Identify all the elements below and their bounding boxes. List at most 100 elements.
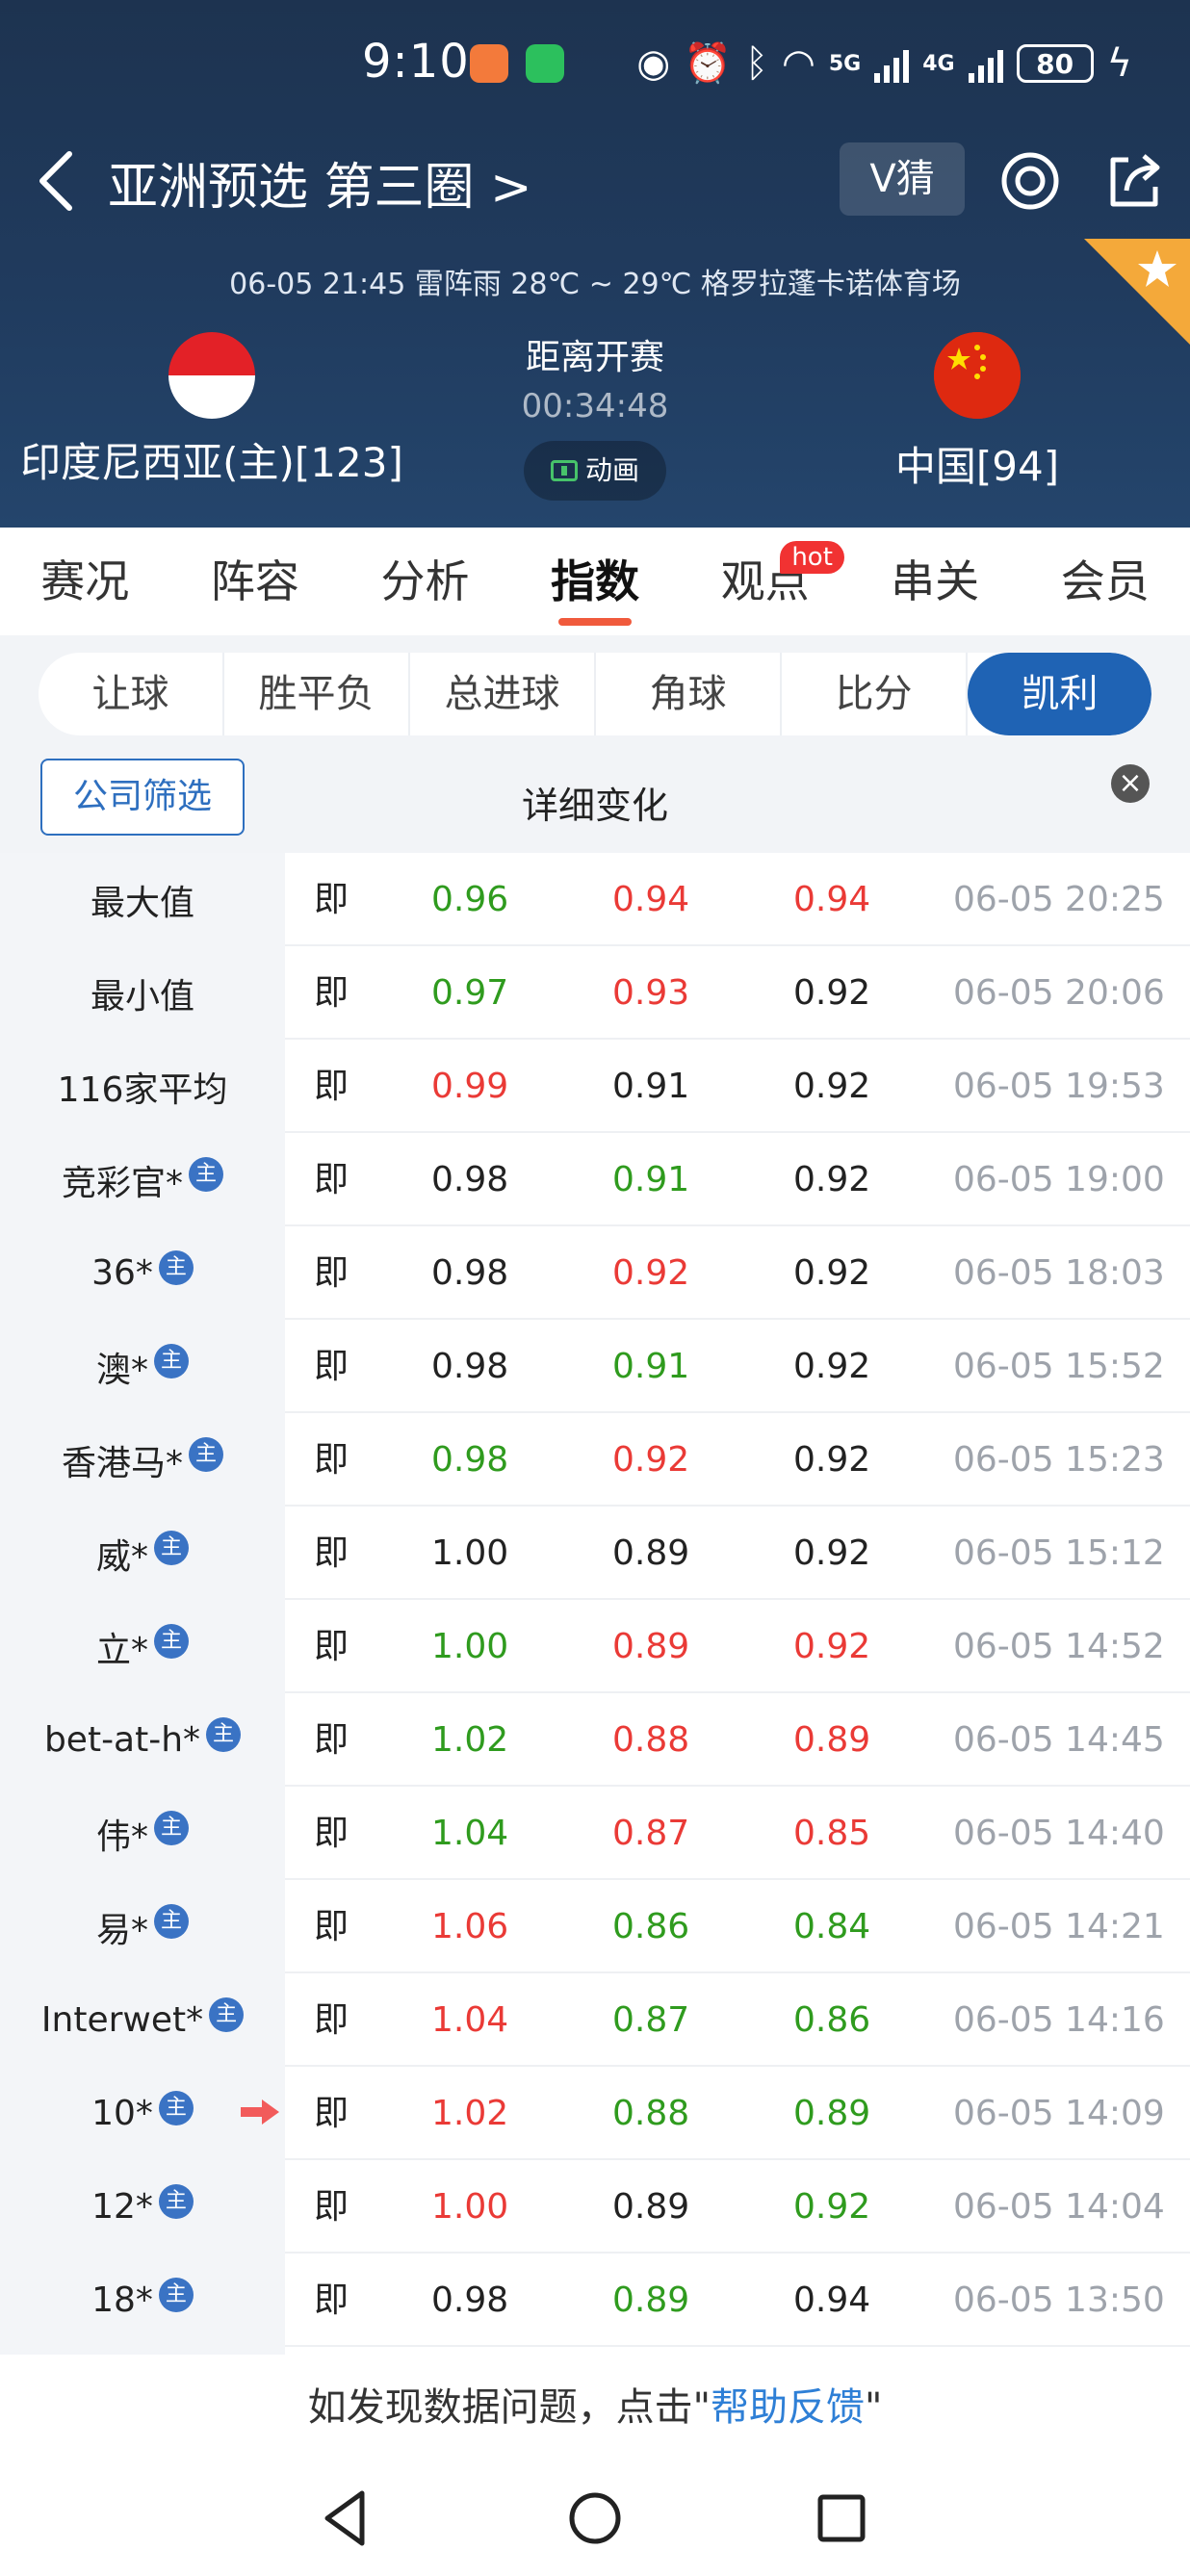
filter-row: 详细变化 公司筛选 × <box>0 751 1190 853</box>
main-company-badge: 主 <box>158 1249 194 1285</box>
draw-kelly-value: 0.89 <box>612 1533 690 1573</box>
company-cell[interactable]: 澳* 主 <box>0 1320 285 1413</box>
status-bar: 9:10 ◉ ⏰ ᛒ ◠ 5G 4G 80 ϟ <box>0 29 1190 102</box>
tab-lineup[interactable]: 阵容 <box>170 528 341 635</box>
table-row: 即 1.00 0.89 0.92 06-05 14:52 <box>285 1600 1190 1693</box>
tab-member[interactable]: 会员 <box>1020 528 1190 635</box>
update-time: 06-05 14:45 <box>953 1720 1165 1760</box>
company-name: 最小值 <box>90 976 194 1017</box>
company-cell[interactable]: 36* 主 <box>0 1226 285 1320</box>
signal-icon <box>874 44 910 83</box>
eye-icon: ◉ <box>636 41 671 86</box>
main-company-badge: 主 <box>158 2090 194 2125</box>
company-cell[interactable]: 10* 主 <box>0 2067 285 2160</box>
home-kelly-value: 0.97 <box>431 973 509 1013</box>
home-kelly-value: 1.00 <box>431 1627 509 1666</box>
status-cell: 即 <box>314 973 349 1013</box>
home-kelly-value: 1.06 <box>431 1907 509 1946</box>
subtab-total-goals[interactable]: 总进球 <box>410 653 596 735</box>
main-company-badge: 主 <box>154 1530 189 1565</box>
subtab-corners[interactable]: 角球 <box>596 653 782 735</box>
company-name: 12* <box>91 2187 153 2227</box>
draw-kelly-value: 0.91 <box>612 1160 690 1199</box>
subtab-kelly[interactable]: 凯利 <box>968 653 1151 735</box>
match-header: 9:10 ◉ ⏰ ᛒ ◠ 5G 4G 80 ϟ 亚洲预选 第三圈 > V猜 06… <box>0 0 1190 528</box>
company-cell[interactable]: 立* 主 <box>0 1600 285 1693</box>
home-kelly-value: 1.00 <box>431 2187 509 2227</box>
table-row: 即 1.00 0.89 0.92 06-05 15:12 <box>285 1507 1190 1600</box>
odds-subtabs-area: 让球 胜平负 总进球 角球 比分 凯利 <box>0 635 1190 751</box>
vguess-button[interactable]: V猜 <box>840 142 965 216</box>
company-cell[interactable]: bet-at-h* 主 <box>0 1693 285 1787</box>
company-cell[interactable]: 116家平均 <box>0 1040 285 1133</box>
company-cell[interactable]: 香港马* 主 <box>0 1413 285 1507</box>
company-cell[interactable]: 易* 主 <box>0 1880 285 1973</box>
update-time: 06-05 14:09 <box>953 2094 1165 2133</box>
tab-live[interactable]: 赛况 <box>0 528 170 635</box>
share-icon[interactable] <box>1099 146 1169 216</box>
company-cell[interactable]: Interwet* 主 <box>0 1973 285 2067</box>
feedback-bar: 如发现数据问题，点击"帮助反馈" <box>0 2355 1190 2460</box>
subtab-handicap[interactable]: 让球 <box>39 653 224 735</box>
status-cell: 即 <box>314 1907 349 1946</box>
company-cell[interactable]: 12* 主 <box>0 2160 285 2254</box>
subtab-1x2[interactable]: 胜平负 <box>224 653 410 735</box>
target-icon[interactable] <box>996 146 1065 216</box>
tab-parlay[interactable]: 串关 <box>850 528 1021 635</box>
feedback-text: 如发现数据问题，点击" <box>307 2385 711 2430</box>
league-title[interactable]: 亚洲预选 第三圈 > <box>108 146 532 219</box>
table-row: 即 0.96 0.94 0.94 06-05 20:25 <box>285 853 1190 946</box>
network-5g: 5G <box>828 51 862 76</box>
tab-opinions[interactable]: 观点 hot <box>680 528 850 635</box>
favorite-star-icon[interactable] <box>1084 239 1190 345</box>
nav-home-icon[interactable] <box>558 2482 632 2555</box>
draw-kelly-value: 0.92 <box>612 1440 690 1480</box>
away-kelly-value: 0.92 <box>793 1160 871 1199</box>
table-row: 即 1.02 0.88 0.89 06-05 14:45 <box>285 1693 1190 1787</box>
subtab-score[interactable]: 比分 <box>782 653 968 735</box>
tab-analysis[interactable]: 分析 <box>340 528 510 635</box>
company-cell[interactable]: 伟* 主 <box>0 1787 285 1880</box>
away-kelly-value: 0.85 <box>793 1814 871 1853</box>
home-kelly-value: 1.04 <box>431 2000 509 2040</box>
update-time: 06-05 15:12 <box>953 1533 1165 1573</box>
company-cell[interactable]: 最小值 <box>0 946 285 1040</box>
update-time: 06-05 15:23 <box>953 1440 1165 1480</box>
close-icon[interactable]: × <box>1111 764 1150 803</box>
nav-back-icon[interactable] <box>310 2482 383 2555</box>
table-row: 即 0.98 0.91 0.92 06-05 15:52 <box>285 1320 1190 1413</box>
company-name: 威* <box>95 1536 148 1577</box>
company-name: 最大值 <box>90 883 194 923</box>
animation-button[interactable]: 动画 <box>524 441 666 501</box>
main-company-badge: 主 <box>158 2183 194 2219</box>
company-cell[interactable]: 最大值 <box>0 853 285 946</box>
update-time: 06-05 20:25 <box>953 880 1165 919</box>
draw-kelly-value: 0.94 <box>612 880 690 919</box>
home-kelly-value: 0.98 <box>431 1160 509 1199</box>
company-cell[interactable]: 18* 主 <box>0 2254 285 2347</box>
away-team[interactable]: 中国[94] <box>828 332 1126 493</box>
arrow-right-icon <box>241 2099 279 2125</box>
away-kelly-value: 0.92 <box>793 973 871 1013</box>
home-kelly-value: 1.02 <box>431 1720 509 1760</box>
help-feedback-link[interactable]: 帮助反馈 <box>711 2385 865 2430</box>
company-cell[interactable]: 竞彩官* 主 <box>0 1133 285 1226</box>
main-company-badge: 主 <box>154 1903 189 1939</box>
hot-badge: hot <box>780 541 844 574</box>
network-4g: 4G <box>922 51 955 76</box>
back-arrow-icon[interactable] <box>29 148 87 214</box>
signal-icon-2 <box>968 44 1003 83</box>
draw-kelly-value: 0.91 <box>612 1067 690 1106</box>
tab-odds[interactable]: 指数 <box>510 528 681 635</box>
company-name: 18* <box>91 2280 153 2320</box>
company-name: 伟* <box>95 1816 148 1857</box>
status-cell: 即 <box>314 2187 349 2227</box>
top-nav: 亚洲预选 第三圈 > V猜 <box>0 135 1190 227</box>
away-kelly-value: 0.92 <box>793 1253 871 1293</box>
draw-kelly-value: 0.87 <box>612 1814 690 1853</box>
nav-recent-icon[interactable] <box>805 2482 878 2555</box>
company-cell[interactable]: 威* 主 <box>0 1507 285 1600</box>
table-row: 即 0.97 0.93 0.92 06-05 20:06 <box>285 946 1190 1040</box>
home-team[interactable]: 印度尼西亚(主)[123] <box>0 332 424 489</box>
company-filter-button[interactable]: 公司筛选 <box>40 759 245 836</box>
